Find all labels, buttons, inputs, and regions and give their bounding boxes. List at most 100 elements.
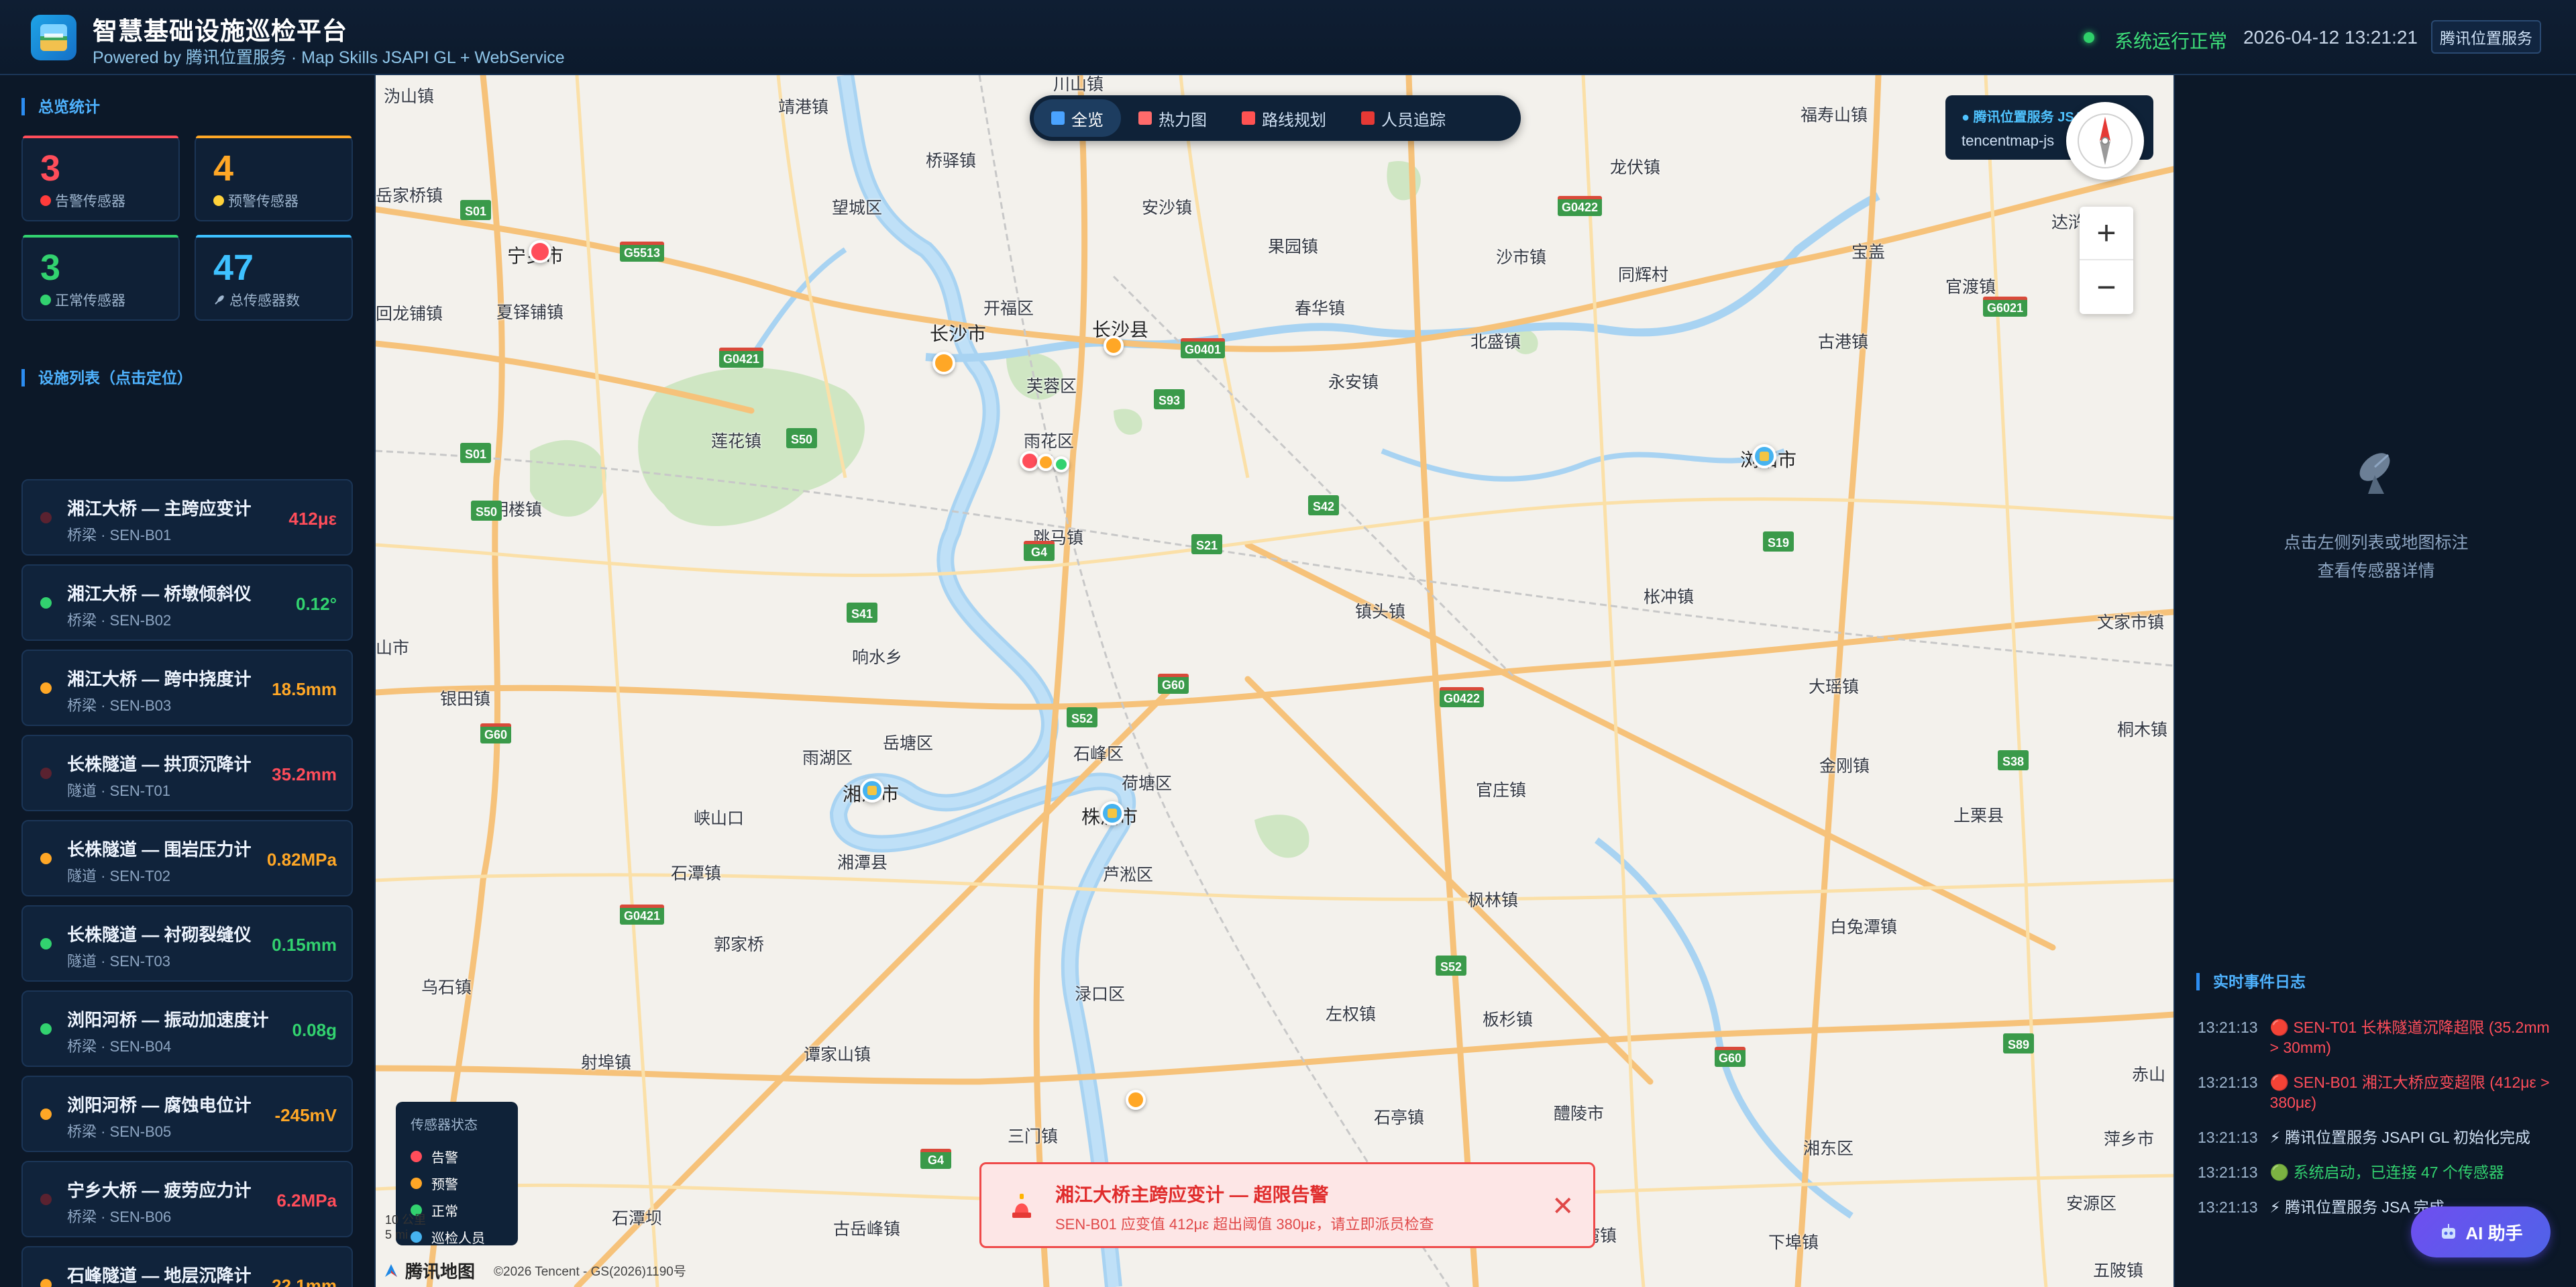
place-label: 湘潭县 [837,854,888,872]
facility-name: 湘江大桥 — 主跨应变计 [67,499,252,519]
sensor-marker-normal[interactable] [1053,456,1069,472]
facility-name: 浏阳河桥 — 腐蚀电位计 [67,1095,252,1115]
event-time: 13:21:13 [2198,1074,2258,1091]
sensor-marker-warn[interactable] [932,352,955,374]
road-shield: G0422 [1440,687,1485,707]
inspector-marker[interactable] [860,778,884,803]
place-label: 山市 [376,639,410,658]
stat-value: 3 [40,248,61,288]
place-label: 大瑶镇 [1809,678,1860,697]
place-label: 靖港镇 [778,98,829,117]
compass-control[interactable] [2066,102,2144,180]
system-status-text: 系统运行正常 [2114,31,2228,52]
map-copyright: ©2026 Tencent - GS(2026)1190号 [494,1265,686,1279]
map-tab-3[interactable]: 人员追踪 [1344,99,1463,137]
sensor-marker-warn[interactable] [1126,1090,1146,1110]
map-logo-icon [385,1264,397,1277]
map-tab-0[interactable]: 全览 [1034,99,1121,137]
place-label: 果园镇 [1268,238,1319,256]
inspector-marker[interactable] [1100,801,1124,825]
scale-mi: 5 mi [385,1228,409,1241]
stat-label-text: 告警传感器 [55,194,125,209]
inspector-marker[interactable] [1752,444,1776,468]
place-label: 安源区 [2066,1194,2117,1213]
map-canvas[interactable]: 川山镇沩山镇靖港镇福寿山镇桥驿镇龙伏镇岳家桥镇望城区安沙镇达浒宁乡市果园镇沙市镇… [376,75,2174,1287]
place-label: 石潭坝 [612,1209,663,1228]
facility-name: 长株隧道 — 衬砌裂缝仪 [67,925,252,945]
sensor-marker-warn[interactable] [1037,454,1055,471]
facility-meta: 隧道 · SEN-T02 [67,868,171,884]
place-label: 枫林镇 [1468,891,1519,910]
road-shield: G60 [1158,674,1189,694]
road-shield: G4 [920,1149,951,1169]
place-label: 谭家山镇 [804,1045,871,1064]
bridge-logo-icon [40,24,67,51]
alarm-dot-icon [411,1150,422,1162]
legend-label: 巡检人员 [431,1231,485,1246]
facility-item[interactable]: 宁乡大桥 — 疲劳应力计 桥梁 · SEN-B06 6.2MPa [21,1161,353,1237]
road-shield: G60 [480,723,512,743]
place-label: 岳塘区 [883,734,934,753]
stat-label-text: 预警传感器 [228,194,299,209]
right-detail-panel: 点击左侧列表或地图标注 查看传感器详情 实时事件日志 13:21:13 🔴 SEN… [2174,75,2576,1287]
worker-icon [1108,809,1117,818]
place-label: 回龙铺镇 [376,305,443,323]
facility-item[interactable]: 湘江大桥 — 桥墩倾斜仪 桥梁 · SEN-B02 0.12° [21,564,353,641]
ai-assistant-button[interactable]: AI 助手 [2411,1206,2551,1257]
status-dot-icon [40,597,52,609]
facility-value: 35.2mm [272,764,337,784]
close-icon[interactable]: ✕ [1552,1191,1574,1222]
facility-item[interactable]: 浏阳河桥 — 腐蚀电位计 桥梁 · SEN-B05 -245mV [21,1076,353,1152]
current-datetime: 2026-04-12 13:21:21 [2243,27,2418,48]
empty-hint-line1: 点击左侧列表或地图标注 [2284,533,2469,552]
facility-name: 石峰隧道 — 地层沉降计 [67,1266,252,1286]
stat-value: 3 [40,148,61,189]
facility-value: -245mV [274,1105,337,1125]
road-shield: S52 [1067,707,1097,727]
event-log-entry: 13:21:13 🔴 SEN-B01 湘江大桥应变超限 (412με > 380μ… [2198,1072,2560,1113]
facility-value: 0.82MPa [266,850,337,870]
facility-name: 长株隧道 — 围岩压力计 [67,839,252,860]
event-text: 🔴 SEN-T01 长株隧道沉降超限 (35.2mm > 30mm) [2269,1019,2550,1056]
stat-label-text: 正常传感器 [55,293,125,309]
app-subtitle: Powered by 腾讯位置服务 · Map Skills JSAPI GL … [93,48,565,67]
app-logo [31,15,76,60]
place-label: 石亭镇 [1374,1109,1425,1127]
facility-name: 长株隧道 — 拱顶沉降计 [67,754,252,774]
place-label: 川山镇 [1053,75,1104,94]
tencent-service-button[interactable]: 腾讯位置服务 [2431,20,2541,54]
facility-item[interactable]: 长株隧道 — 拱顶沉降计 隧道 · SEN-T01 35.2mm [21,735,353,811]
road-shield: S50 [786,428,817,448]
zoom-control: + − [2080,207,2133,314]
facility-name: 宁乡大桥 — 疲劳应力计 [67,1180,252,1200]
zoom-out-button[interactable]: − [2080,260,2133,314]
zoom-in-button[interactable]: + [2080,207,2133,260]
road-shield: S19 [1763,531,1794,552]
facility-list: 湘江大桥 — 主跨应变计 桥梁 · SEN-B01 412με 湘江大桥 — 桥墩倾斜… [21,479,353,1287]
map-logo-text: 腾讯地图 [405,1262,476,1282]
place-label: 夏铎铺镇 [496,303,564,322]
road-shield: G0421 [719,348,764,368]
facility-item[interactable]: 长株隧道 — 衬砌裂缝仪 隧道 · SEN-T03 0.15mm [21,905,353,982]
place-label: 石潭镇 [671,864,722,883]
sensor-marker-alarm[interactable] [529,240,551,263]
facility-value: 0.12° [295,594,337,614]
legend-label: 预警 [431,1177,458,1192]
facility-item[interactable]: 长株隧道 — 围岩压力计隧道 · SEN-T02 0.82MPa [21,820,353,896]
road-shield: S01 [460,200,491,220]
facility-item[interactable]: 浏阳河桥 — 振动加速度计 桥梁 · SEN-B04 0.08g [21,990,353,1067]
warn-dot-icon [411,1177,422,1189]
place-label: 雨花区 [1024,432,1075,451]
map-tab-2[interactable]: 路线规划 [1224,99,1344,137]
facility-item[interactable]: 湘江大桥 — 跨中挠度计 桥梁 · SEN-B03 18.5mm [21,650,353,726]
legend-label: 告警 [431,1150,458,1166]
legend-row-alarm: 告警 [411,1143,503,1170]
place-label: 莲花镇 [711,432,762,451]
event-log-entry: 13:21:13 🟢 系统启动，已连接 47 个传感器 [2198,1162,2560,1182]
place-label: 醴陵市 [1554,1104,1605,1123]
facility-item[interactable]: 湘江大桥 — 主跨应变计 桥梁 · SEN-B01 412με [21,479,353,556]
sensor-marker-warn[interactable] [1104,336,1124,356]
road-shield: S41 [847,603,877,623]
map-tab-1[interactable]: 热力图 [1121,99,1224,137]
facility-item[interactable]: 石峰隧道 — 地层沉降计隧道 · SEN-T0422.1mm [21,1246,353,1287]
